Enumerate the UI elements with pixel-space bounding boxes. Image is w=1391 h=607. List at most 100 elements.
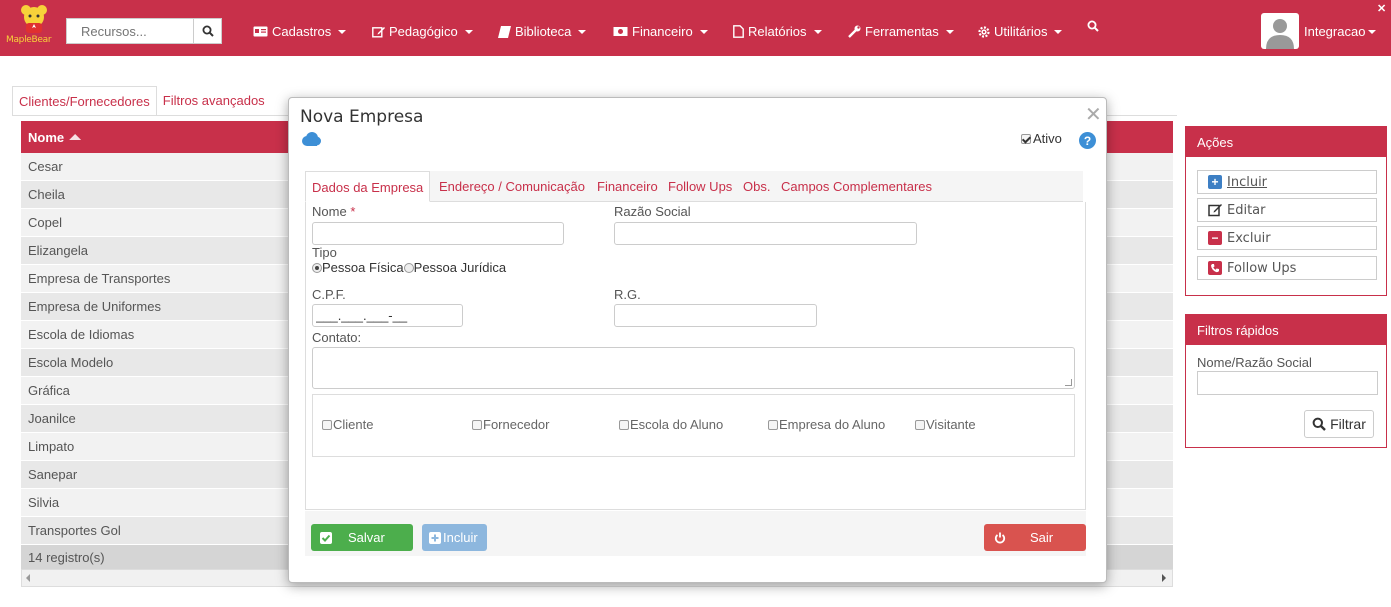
table-header-label: Nome xyxy=(28,129,65,145)
empresa-aluno-checkbox[interactable]: Empresa do Aluno xyxy=(768,417,885,432)
quick-filters-title: Filtros rápidos xyxy=(1186,315,1386,345)
menu-financeiro-label: Financeiro xyxy=(632,24,693,39)
tab-dados-empresa[interactable]: Dados da Empresa xyxy=(305,171,431,202)
checkbox[interactable] xyxy=(915,419,925,430)
scroll-left-icon[interactable] xyxy=(26,574,30,582)
nova-empresa-modal: Nova Empresa ✕ Ativo ? Dados da Empresa … xyxy=(288,97,1107,583)
menu-biblioteca-label: Biblioteca xyxy=(515,24,572,39)
resource-search xyxy=(66,18,222,44)
contato-textarea[interactable] xyxy=(312,347,1075,389)
maplebear-logo[interactable]: MapleBear xyxy=(6,4,60,52)
menu-financeiro[interactable]: Financeiro xyxy=(613,24,708,39)
caret-down-icon xyxy=(1054,29,1063,34)
resize-grip-icon[interactable] xyxy=(1065,379,1072,386)
rg-input[interactable] xyxy=(614,304,817,327)
tab-financeiro[interactable]: Financeiro xyxy=(597,179,658,194)
required-marker: * xyxy=(350,204,356,219)
close-icon[interactable]: ✕ xyxy=(1377,2,1386,15)
incluir-modal-button[interactable]: Incluir xyxy=(422,524,487,551)
follow-ups-button[interactable]: Follow Ups xyxy=(1197,256,1377,280)
checkbox[interactable] xyxy=(322,419,332,430)
excluir-button[interactable]: − Excluir xyxy=(1197,226,1377,250)
search-button[interactable] xyxy=(193,19,221,43)
book-icon xyxy=(498,25,511,38)
tab-clientes-fornecedores[interactable]: Clientes/Fornecedores xyxy=(12,86,157,116)
cliente-checkbox[interactable]: Cliente xyxy=(322,417,373,432)
tab-endereco-comunicacao[interactable]: Endereço / Comunicação xyxy=(439,179,585,194)
empresa-aluno-label: Empresa do Aluno xyxy=(779,417,886,432)
minus-square-icon: − xyxy=(1208,231,1222,245)
menu-utilitarios[interactable]: Utilitários xyxy=(978,24,1063,39)
excluir-label: Excluir xyxy=(1227,230,1271,246)
tab-campos-complementares[interactable]: Campos Complementares xyxy=(781,179,932,194)
salvar-label: Salvar xyxy=(348,530,385,545)
radio-pessoa-fisica[interactable] xyxy=(312,263,322,273)
bear-icon xyxy=(21,5,47,33)
plus-square-icon: + xyxy=(1208,175,1222,189)
tab-follow-ups[interactable]: Follow Ups xyxy=(668,179,732,194)
menu-relatorios-label: Relatórios xyxy=(748,24,807,39)
rg-label: R.G. xyxy=(614,287,641,302)
dados-empresa-form: Nome * Razão Social Tipo Pessoa Física P… xyxy=(305,202,1086,510)
razao-social-input[interactable] xyxy=(614,222,917,245)
search-input[interactable] xyxy=(67,19,195,43)
radio-pessoa-juridica[interactable] xyxy=(403,263,414,273)
cpf-input[interactable] xyxy=(312,304,463,327)
nome-label-text: Nome xyxy=(312,204,347,219)
menu-biblioteca[interactable]: Biblioteca xyxy=(498,24,587,39)
user-menu[interactable]: Integracao xyxy=(1304,24,1377,39)
menu-cadastros[interactable]: Cadastros xyxy=(253,24,347,39)
user-icon xyxy=(1266,19,1294,49)
caret-down-icon xyxy=(338,29,347,34)
menu-relatorios[interactable]: Relatórios xyxy=(733,24,822,39)
incluir-label: Incluir xyxy=(1227,174,1268,190)
checkbox[interactable] xyxy=(472,419,482,430)
tipo-radio-group: Pessoa Física Pessoa Jurídica xyxy=(312,261,506,275)
global-search-button[interactable] xyxy=(1087,20,1099,32)
search-icon xyxy=(1312,417,1326,431)
visitante-checkbox[interactable]: Visitante xyxy=(915,417,976,432)
cloud-icon[interactable] xyxy=(301,132,321,146)
search-icon xyxy=(202,25,214,37)
salvar-button[interactable]: Salvar xyxy=(311,524,413,551)
editar-label: Editar xyxy=(1227,202,1266,218)
filter-name-input[interactable] xyxy=(1197,371,1378,395)
edit-icon xyxy=(1208,204,1222,217)
actions-panel: Ações + Incluir Editar − Excluir Follow … xyxy=(1185,126,1387,296)
tipo-label: Tipo xyxy=(312,245,337,260)
close-icon[interactable]: ✕ xyxy=(1085,102,1102,126)
menu-pedagogico-label: Pedagógico xyxy=(389,24,458,39)
menu-pedagogico[interactable]: Pedagógico xyxy=(372,24,473,39)
scroll-right-icon[interactable] xyxy=(1162,574,1166,582)
sair-button[interactable]: Sair xyxy=(984,524,1086,551)
editar-button[interactable]: Editar xyxy=(1197,198,1377,222)
logo-text: MapleBear xyxy=(6,35,52,45)
sair-label: Sair xyxy=(1030,530,1054,545)
fornecedor-checkbox[interactable]: Fornecedor xyxy=(472,417,549,432)
checkbox[interactable] xyxy=(619,419,629,430)
page-tabs: Clientes/Fornecedores Filtros avançados xyxy=(12,86,271,116)
caret-down-icon xyxy=(578,29,587,34)
pessoa-juridica-label: Pessoa Jurídica xyxy=(413,260,507,275)
checkbox[interactable] xyxy=(768,419,778,430)
escola-aluno-checkbox[interactable]: Escola do Aluno xyxy=(619,417,723,432)
tab-filtros-avancados[interactable]: Filtros avançados xyxy=(157,86,271,116)
nome-input[interactable] xyxy=(312,222,564,245)
tab-obs[interactable]: Obs. xyxy=(743,179,770,194)
help-icon[interactable]: ? xyxy=(1079,132,1096,149)
menu-ferramentas[interactable]: Ferramentas xyxy=(848,24,954,39)
menu-utilitarios-label: Utilitários xyxy=(994,24,1048,39)
incluir-button[interactable]: + Incluir xyxy=(1197,170,1377,194)
caret-down-icon xyxy=(813,29,822,34)
pessoa-fisica-label: Pessoa Física xyxy=(322,260,404,275)
checkbox-checked[interactable] xyxy=(1021,133,1031,144)
id-card-icon xyxy=(253,26,268,37)
follow-ups-label: Follow Ups xyxy=(1227,260,1297,276)
caret-down-icon xyxy=(699,29,708,34)
ativo-checkbox[interactable]: Ativo xyxy=(1021,131,1062,146)
user-avatar[interactable] xyxy=(1261,13,1299,49)
file-icon xyxy=(733,25,744,38)
caret-down-icon xyxy=(1368,29,1377,34)
filtrar-button[interactable]: Filtrar xyxy=(1304,410,1374,438)
ativo-label: Ativo xyxy=(1033,131,1062,146)
